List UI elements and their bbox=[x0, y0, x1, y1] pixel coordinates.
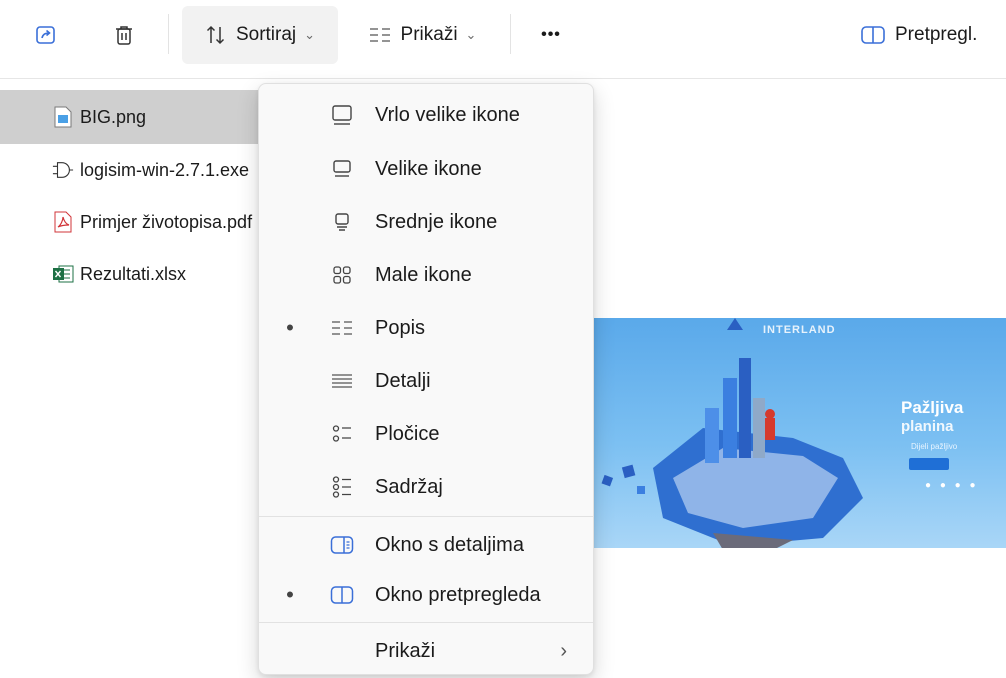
menu-item-label: Male ikone bbox=[375, 263, 472, 286]
toolbar-divider bbox=[510, 14, 511, 54]
preview-pane-button[interactable]: Pretpregl. bbox=[860, 6, 1006, 64]
menu-item-large-icons[interactable]: Velike ikone bbox=[259, 144, 593, 194]
menu-item-content[interactable]: Sadržaj bbox=[259, 462, 593, 512]
share-icon bbox=[34, 23, 58, 47]
preview-dots: ● ● ● ● bbox=[925, 480, 979, 491]
menu-item-label: Srednje ikone bbox=[375, 210, 498, 233]
file-name: Rezultati.xlsx bbox=[80, 263, 187, 284]
tiles-icon bbox=[329, 421, 355, 447]
chevron-right-icon: › bbox=[560, 639, 567, 662]
sort-label: Sortiraj bbox=[235, 24, 297, 45]
preview-pane-icon bbox=[329, 582, 355, 608]
menu-item-label: Prikaži bbox=[375, 639, 436, 662]
menu-item-label: Popis bbox=[375, 316, 426, 339]
excel-file-icon bbox=[52, 263, 74, 285]
file-name: Primjer životopisa.pdf bbox=[80, 211, 253, 232]
preview-title-line1: Pažljiva bbox=[901, 398, 964, 417]
preview-title-line2: planina bbox=[901, 418, 954, 435]
file-row-logisim[interactable]: logisim-win-2.7.1.exe bbox=[0, 144, 300, 196]
see-more-button[interactable]: ••• bbox=[526, 6, 576, 64]
menu-item-label: Detalji bbox=[375, 369, 431, 392]
extra-large-icons-icon bbox=[329, 102, 355, 128]
list-view-icon bbox=[368, 26, 392, 44]
preview-pane-label: Pretpregl. bbox=[895, 24, 978, 45]
large-icons-icon bbox=[329, 156, 355, 182]
menu-item-list[interactable]: • Popis bbox=[259, 303, 593, 353]
menu-item-details-pane[interactable]: Okno s detaljima bbox=[259, 520, 593, 570]
share-button[interactable] bbox=[22, 6, 70, 64]
pdf-file-icon bbox=[52, 211, 74, 233]
list-icon bbox=[329, 315, 355, 341]
preview-image: INTERLAND Pažljiva planina Dijeli pažlji… bbox=[593, 318, 1006, 548]
file-row-big-png[interactable]: BIG.png bbox=[0, 90, 300, 144]
menu-divider bbox=[259, 516, 593, 517]
content-icon bbox=[329, 474, 355, 500]
file-name: logisim-win-2.7.1.exe bbox=[80, 159, 250, 180]
checked-bullet: • bbox=[286, 315, 294, 340]
file-row-xlsx[interactable]: Rezultati.xlsx bbox=[0, 248, 300, 300]
details-pane-icon bbox=[329, 532, 355, 558]
menu-item-medium-icons[interactable]: Srednje ikone bbox=[259, 197, 593, 247]
file-row-pdf[interactable]: Primjer životopisa.pdf bbox=[0, 196, 300, 248]
menu-item-label: Sadržaj bbox=[375, 475, 443, 498]
menu-item-label: Vrlo velike ikone bbox=[375, 103, 520, 126]
menu-item-details[interactable]: Detalji bbox=[259, 356, 593, 406]
menu-item-small-icons[interactable]: Male ikone bbox=[259, 250, 593, 300]
file-name: BIG.png bbox=[80, 106, 147, 127]
view-button[interactable]: Prikaži ⌄ bbox=[352, 6, 492, 64]
sort-button[interactable]: Sortiraj ⌄ bbox=[182, 6, 338, 64]
menu-item-show-submenu[interactable]: Prikaži › bbox=[259, 626, 593, 676]
preview-subtitle: Dijeli pažljivo bbox=[911, 442, 958, 451]
menu-item-label: Velike ikone bbox=[375, 157, 482, 180]
sort-icon bbox=[205, 24, 227, 46]
toolbar-divider bbox=[168, 14, 169, 54]
view-label: Prikaži bbox=[400, 24, 458, 45]
image-file-icon bbox=[52, 106, 74, 128]
preview-brand: INTERLAND bbox=[763, 324, 836, 336]
small-icons-icon bbox=[329, 262, 355, 288]
menu-item-label: Okno s detaljima bbox=[375, 533, 524, 556]
details-icon bbox=[329, 368, 355, 394]
chevron-down-icon: ⌄ bbox=[465, 27, 477, 42]
menu-item-tiles[interactable]: Pločice bbox=[259, 409, 593, 459]
checked-bullet: • bbox=[286, 582, 294, 607]
preview-pane-icon bbox=[860, 24, 886, 46]
menu-item-label: Pločice bbox=[375, 422, 440, 445]
logic-gate-icon bbox=[52, 159, 74, 181]
view-menu: Vrlo velike ikone Velike ikone Srednje i… bbox=[258, 83, 594, 675]
preview-cta bbox=[909, 458, 949, 470]
delete-button[interactable] bbox=[100, 6, 148, 64]
medium-icons-icon bbox=[329, 209, 355, 235]
chevron-down-icon: ⌄ bbox=[304, 27, 316, 42]
menu-item-preview-pane[interactable]: • Okno pretpregleda bbox=[259, 570, 593, 620]
menu-divider bbox=[259, 622, 593, 623]
menu-item-label: Okno pretpregleda bbox=[375, 583, 541, 606]
menu-item-extra-large-icons[interactable]: Vrlo velike ikone bbox=[259, 90, 593, 140]
trash-icon bbox=[112, 23, 136, 47]
file-list: BIG.png logisim-win-2.7.1.exe Primjer ži… bbox=[0, 90, 300, 300]
command-bar: Sortiraj ⌄ Prikaži ⌄ ••• Pretpregl. bbox=[0, 0, 1006, 79]
